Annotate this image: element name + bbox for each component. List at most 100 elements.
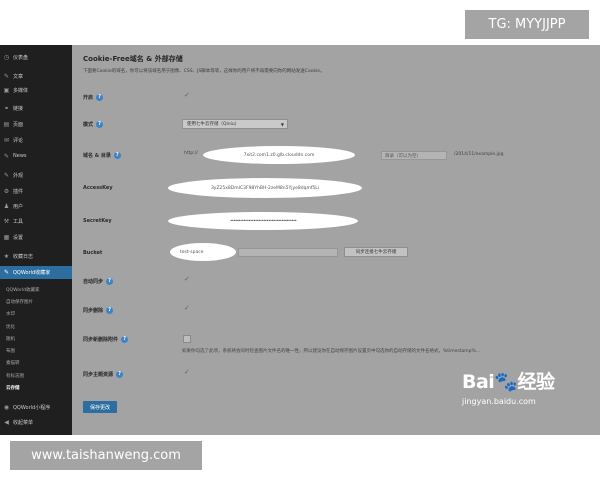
sidebar-item-label: 多媒体 [13, 87, 29, 94]
sidebar-item-label: 用户 [13, 203, 24, 210]
admin-sidebar: ◷ 仪表盘 ✎ 文章 ▣ 多媒体 ⚭ 链接 ▤ 页面 ✉ 评论 ✎ News ✎ 外观 ⚙ 插件 … [0, 45, 72, 435]
domain-label: 域名 & 目录? [83, 150, 121, 160]
sidebar-item-pages[interactable]: ▤ 页面 [3, 118, 23, 130]
media-icon: ▣ [3, 86, 10, 94]
domain-input[interactable]: 7xit2.com1.z0.glb.clouddn.com [203, 146, 355, 164]
sidebar-item-links[interactable]: ⚭ 链接 [3, 102, 23, 114]
help-icon[interactable]: ? [96, 120, 104, 128]
help-icon[interactable]: ? [121, 335, 129, 343]
sidebar-item-label: 评论 [13, 137, 24, 144]
sidebar-item-label: 文章 [13, 73, 24, 80]
sidebar-item-label: 外观 [13, 172, 24, 179]
sidebar-item-label: 插件 [13, 188, 24, 195]
sidebar-item-media[interactable]: ▣ 多媒体 [3, 84, 28, 96]
enable-label: 开启? [83, 92, 104, 102]
help-icon[interactable]: ? [96, 93, 104, 101]
bucket-input[interactable]: test-space [170, 243, 236, 261]
link-icon: ⚭ [3, 104, 10, 112]
enable-checkbox[interactable]: ✓ [184, 91, 190, 99]
sidebar-item-news[interactable]: ✎ News [3, 150, 27, 162]
accesskey-label: AccessKey [83, 185, 113, 191]
sidebar-item-users[interactable]: ♟ 用户 [3, 200, 23, 212]
pin-icon: ✎ [3, 72, 10, 80]
sidebar-item-posts[interactable]: ✎ 文章 [3, 70, 23, 82]
directory-input[interactable]: 目录（可以为空） [381, 151, 447, 160]
sync-qiniu-button[interactable]: 同步连接七牛云存储 [344, 247, 408, 257]
page-title: Cookie-Free域名 & 外部存储 [83, 55, 183, 63]
help-icon[interactable]: ? [106, 306, 114, 314]
auto-sync-checkbox[interactable]: ✓ [184, 275, 190, 283]
sync-delete-checkbox[interactable]: ✓ [184, 304, 190, 312]
help-icon[interactable]: ? [116, 370, 124, 378]
screenshot-frame: ◷ 仪表盘 ✎ 文章 ▣ 多媒体 ⚭ 链接 ▤ 页面 ✉ 评论 ✎ News ✎ 外观 ⚙ 插件 … [0, 45, 600, 435]
sidebar-item-label: 收藏日志 [13, 253, 34, 260]
user-icon: ♟ [3, 202, 10, 210]
sidebar-item-label: QQWorld小程序 [13, 404, 51, 411]
secretkey-input[interactable]: •••••••••••••••••••••••••••••••••••••••• [168, 212, 358, 230]
sidebar-subitem[interactable]: 有标志图 [6, 370, 24, 381]
sidebar-item-label: 设置 [13, 234, 24, 241]
sidebar-item-dashboard[interactable]: ◷ 仪表盘 [3, 51, 28, 63]
sidebar-item-qqworld-mini[interactable]: ◉ QQWorld小程序 [3, 401, 50, 413]
sidebar-item-label: 收起菜单 [13, 419, 34, 426]
sidebar-item-label: QQWorld收藏家 [13, 270, 51, 276]
sidebar-subitem[interactable]: 自动保存图片 [6, 296, 33, 307]
domain-prefix: http:// [184, 151, 198, 156]
baidu-jingyan-watermark: Bai🐾经验 jingyan.baidu.com [462, 367, 577, 417]
sync-theme-label: 同步主题资源? [83, 369, 124, 379]
news-icon: ✎ [3, 152, 10, 160]
sidebar-subitem[interactable]: 随机 [6, 333, 15, 344]
domain-example: /2014/11/example.jpg [454, 152, 504, 157]
bucket-input-extension[interactable] [238, 248, 338, 257]
sidebar-item-settings[interactable]: ▦ 设置 [3, 231, 23, 243]
sidebar-item-label: 工具 [13, 218, 24, 225]
mode-label: 模式? [83, 119, 104, 129]
sidebar-item-collect-log[interactable]: ★ 收藏日志 [3, 250, 33, 262]
sidebar-item-label: 页面 [13, 121, 24, 128]
collect-icon: ★ [3, 252, 10, 260]
page-description: 下面要Cookie的域名，你可以将该域名用于图像、CSS、JS脚本等等，这样你的… [83, 69, 325, 74]
collapse-icon: ◀ [4, 418, 9, 426]
sync-new-attachment-label: 同步新删除附件? [83, 334, 129, 344]
dashboard-icon: ◷ [3, 53, 10, 61]
sidebar-item-collapse[interactable]: ◀ 收起菜单 [3, 416, 33, 428]
sync-new-attachment-note: 如果你勾选了此项，系统将会同时检查图片文件名的唯一性，所以建议你在自动保存图片设… [182, 349, 481, 354]
sidebar-subitem[interactable]: 优化 [6, 321, 15, 332]
baidu-logo: Bai🐾经验 [462, 371, 555, 393]
sidebar-subitem[interactable]: QQWorld收藏家 [6, 284, 39, 295]
sidebar-subitem[interactable]: 水印 [6, 308, 15, 319]
help-icon[interactable]: ? [106, 277, 114, 285]
sidebar-item-label: 链接 [13, 105, 24, 112]
watermark-top: TG: MYYJJPP [465, 10, 589, 39]
qqworld-icon: ✎ [3, 269, 10, 276]
sidebar-item-label: News [13, 153, 27, 159]
sidebar-item-comments[interactable]: ✉ 评论 [3, 134, 23, 146]
appearance-icon: ✎ [3, 171, 10, 179]
qqworld-mini-icon: ◉ [3, 403, 10, 411]
sidebar-item-plugins[interactable]: ⚙ 插件 [3, 185, 23, 197]
sync-theme-checkbox[interactable]: ✓ [184, 368, 190, 376]
chevron-down-icon: ▼ [280, 121, 284, 127]
baidu-url: jingyan.baidu.com [462, 397, 536, 406]
sidebar-item-tools[interactable]: ⚒ 工具 [3, 215, 23, 227]
comment-icon: ✉ [3, 136, 10, 144]
tools-icon: ⚒ [3, 217, 10, 225]
sidebar-item-qqworld[interactable]: ✎ QQWorld收藏家 [0, 266, 72, 279]
mode-select[interactable]: 使用七牛云存储（Qiniu） ▼ [182, 119, 288, 129]
sidebar-item-label: 仪表盘 [13, 54, 29, 61]
sidebar-subitem[interactable]: 布图 [6, 345, 15, 356]
bucket-label: Bucket [83, 250, 103, 256]
sync-delete-label: 同步删除? [83, 305, 114, 315]
sidebar-item-appearance[interactable]: ✎ 外观 [3, 169, 23, 181]
sidebar-subitem[interactable]: 素描转 [6, 357, 20, 368]
page-icon: ▤ [3, 120, 10, 128]
plugin-icon: ⚙ [3, 187, 10, 195]
help-icon[interactable]: ? [113, 151, 121, 159]
sync-new-attachment-checkbox[interactable] [183, 335, 191, 343]
auto-sync-label: 自动同步? [83, 276, 114, 286]
sidebar-subitem-current[interactable]: 云存储 [6, 382, 20, 393]
secretkey-label: SecretKey [83, 218, 112, 224]
accesskey-input[interactable]: 3yZ25x8DmIC3F98YhBH-2zeM8n5Yjye8dqmf5Li [168, 178, 362, 198]
watermark-bottom: www.taishanweng.com [10, 441, 202, 470]
save-button[interactable]: 保存更改 [83, 401, 117, 413]
